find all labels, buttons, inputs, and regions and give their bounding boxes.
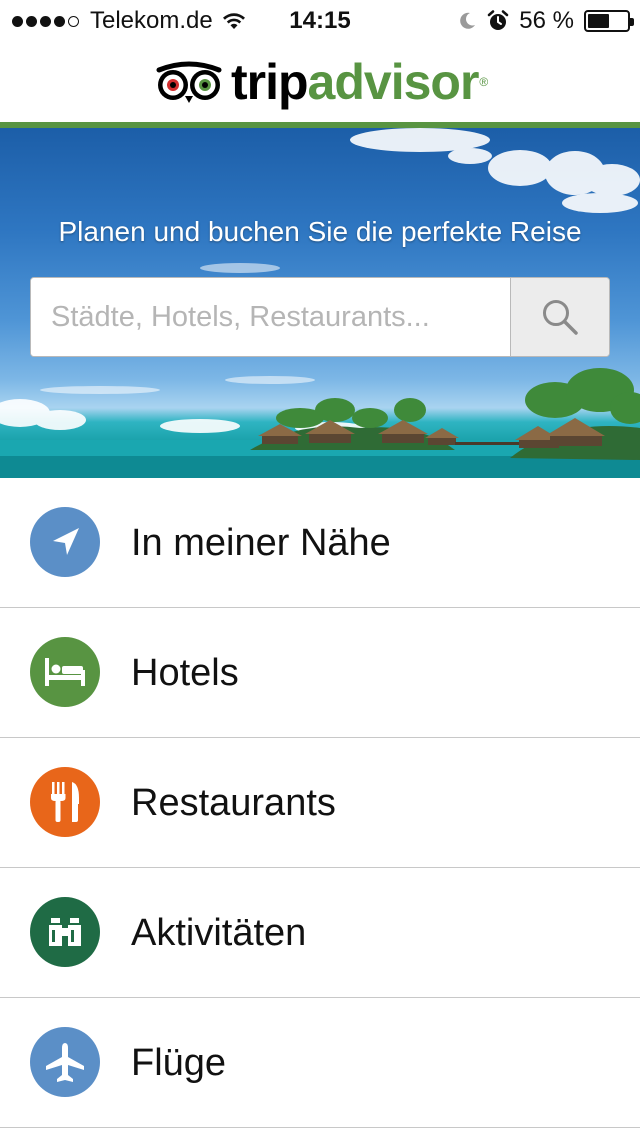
binoculars-icon xyxy=(49,918,81,946)
battery-fill xyxy=(588,14,609,28)
app-header: tripadvisor® xyxy=(0,40,640,122)
hero-title: Planen und buchen Sie die perfekte Reise xyxy=(58,216,582,247)
search-box xyxy=(30,277,610,357)
logo-trip-text: trip xyxy=(231,54,309,110)
search-input[interactable] xyxy=(31,278,511,356)
main-menu: In meiner Nähe Hotels Restaurants Aktivi… xyxy=(0,478,640,1128)
status-bar: Telekom.de 14:15 56 % xyxy=(0,0,640,40)
menu-item-nearby[interactable]: In meiner Nähe xyxy=(0,478,640,608)
menu-icon-circle xyxy=(30,507,100,577)
hero-banner: Planen und buchen Sie die perfekte Reise xyxy=(0,128,640,478)
menu-icon-circle xyxy=(30,897,100,967)
alarm-icon xyxy=(488,10,509,30)
menu-item-label: In meiner Nähe xyxy=(131,522,391,564)
wifi-icon xyxy=(222,13,245,29)
search-icon xyxy=(543,300,578,335)
bed-icon xyxy=(45,658,85,686)
registered-mark: ® xyxy=(479,75,488,89)
menu-icon-circle xyxy=(30,767,100,837)
owl-logo-icon xyxy=(156,61,222,103)
battery-icon xyxy=(584,10,634,32)
fork-knife-icon xyxy=(51,782,79,822)
menu-item-label: Hotels xyxy=(131,652,239,694)
menu-item-label: Aktivitäten xyxy=(131,912,307,954)
search-button[interactable] xyxy=(510,278,609,356)
logo-advisor-text: advisor xyxy=(307,54,480,110)
carrier-name: Telekom.de xyxy=(90,7,213,34)
signal-strength-icon xyxy=(12,15,82,27)
menu-icon-circle xyxy=(30,1027,100,1097)
menu-item-activities[interactable]: Aktivitäten xyxy=(0,868,640,998)
menu-icon-circle xyxy=(30,637,100,707)
status-right: 56 % xyxy=(447,7,634,35)
airplane-icon xyxy=(46,1043,84,1082)
moon-icon xyxy=(460,12,476,29)
status-left: Telekom.de xyxy=(12,7,247,35)
location-arrow-icon xyxy=(53,528,79,555)
menu-item-hotels[interactable]: Hotels xyxy=(0,608,640,738)
battery-percent: 56 % xyxy=(519,7,574,34)
menu-item-label: Restaurants xyxy=(131,782,336,824)
menu-item-label: Flüge xyxy=(131,1042,227,1084)
tripadvisor-logo[interactable]: tripadvisor® xyxy=(155,54,488,110)
menu-item-flights[interactable]: Flüge xyxy=(0,998,640,1128)
logo-wordmark: tripadvisor® xyxy=(231,54,488,110)
menu-item-restaurants[interactable]: Restaurants xyxy=(0,738,640,868)
battery-tip xyxy=(630,18,634,26)
